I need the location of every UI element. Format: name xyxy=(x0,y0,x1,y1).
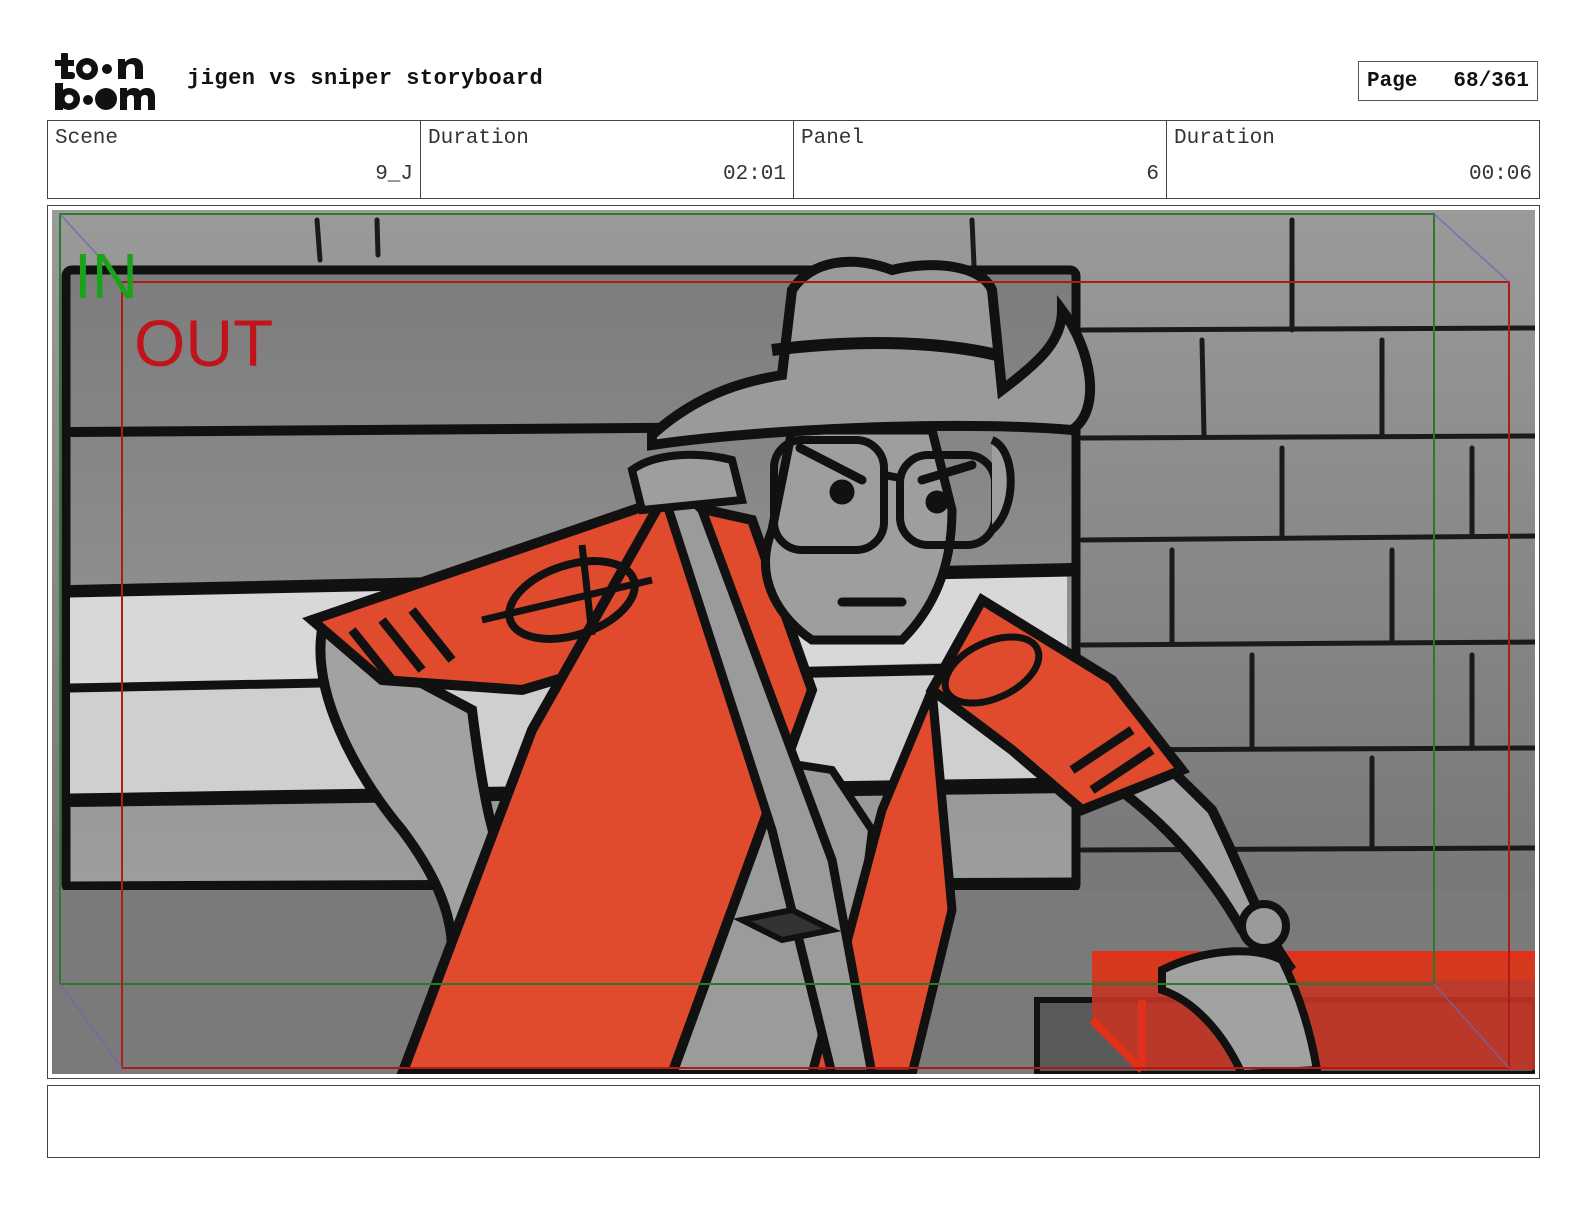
storyboard-panel: IN OUT xyxy=(47,205,1540,1079)
toon-boom-logo-icon xyxy=(55,53,155,110)
out-label: OUT xyxy=(134,306,273,380)
in-label: IN xyxy=(74,240,138,312)
panel-cell: Panel 6 xyxy=(794,121,1167,198)
storyboard-title: jigen vs sniper storyboard xyxy=(187,66,544,91)
page-indicator: Page 68/361 xyxy=(1358,61,1538,101)
panel-duration-label: Duration xyxy=(1174,127,1275,150)
scene-duration-label: Duration xyxy=(428,127,529,150)
scene-value: 9_J xyxy=(375,163,413,186)
face xyxy=(761,425,957,645)
scene-label: Scene xyxy=(55,127,119,150)
panel-notes xyxy=(47,1085,1540,1158)
panel-duration-value: 00:06 xyxy=(1468,163,1532,186)
panel-value: 6 xyxy=(1146,163,1159,186)
panel-info-table: Scene 9_J Duration 02:01 Panel 6 Duratio… xyxy=(47,120,1540,199)
watch-icon xyxy=(1238,900,1290,952)
page-label: Page xyxy=(1367,69,1418,93)
scene-duration-cell: Duration 02:01 xyxy=(421,121,794,198)
panel-duration-cell: Duration 00:06 xyxy=(1167,121,1539,198)
scene-cell: Scene 9_J xyxy=(48,121,421,198)
panel-drawing: IN OUT xyxy=(52,210,1535,1074)
page-number: 68/361 xyxy=(1453,69,1529,93)
scene-duration-value: 02:01 xyxy=(722,163,786,186)
panel-label: Panel xyxy=(801,127,865,150)
